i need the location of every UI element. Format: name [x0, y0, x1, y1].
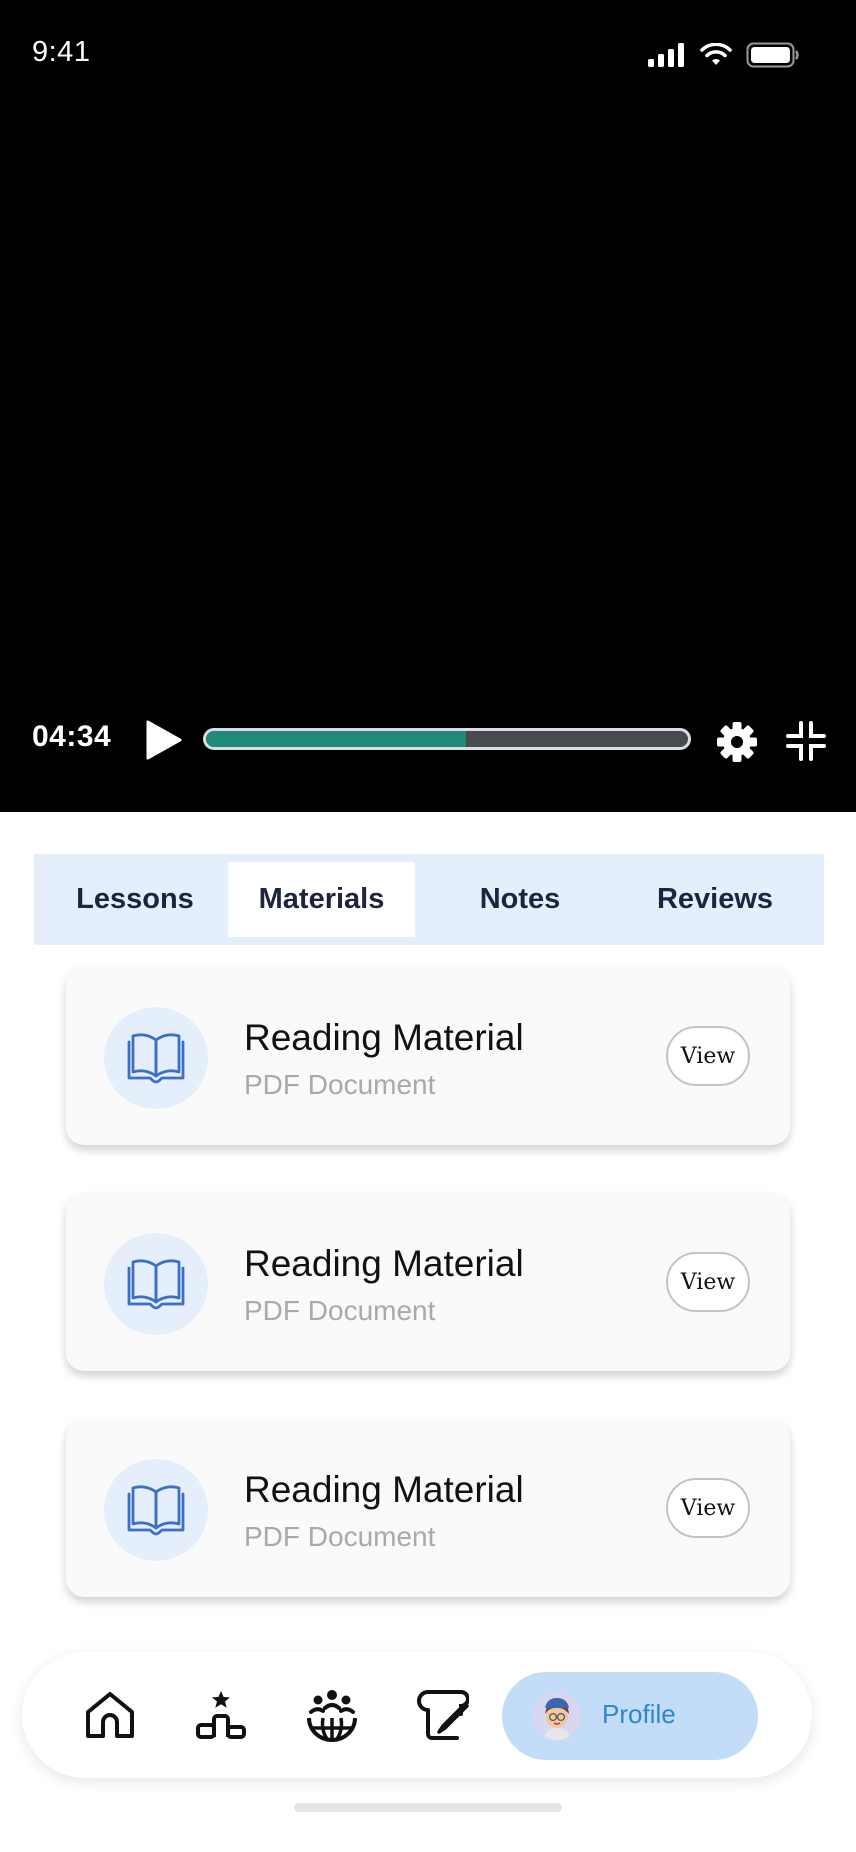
current-time: 04:34	[32, 720, 112, 753]
book-icon	[127, 1485, 185, 1536]
settings-button[interactable]	[716, 721, 758, 763]
wifi-icon	[700, 43, 732, 65]
material-card: Reading Material PDF Document View	[66, 1419, 790, 1597]
tab-reviews[interactable]: Reviews	[625, 862, 805, 937]
status-icons	[648, 40, 800, 70]
view-button[interactable]: View	[666, 1252, 750, 1312]
nav-profile[interactable]: Profile	[502, 1672, 758, 1760]
gear-icon	[717, 722, 757, 762]
signal-icon	[648, 43, 684, 67]
progress-bar[interactable]	[203, 728, 691, 750]
home-icon	[86, 1692, 134, 1738]
video-player[interactable]	[0, 0, 856, 812]
material-card: Reading Material PDF Document View	[66, 1193, 790, 1371]
material-type: PDF Document	[244, 1295, 436, 1326]
book-icon	[127, 1033, 185, 1084]
leaderboard-icon	[196, 1691, 246, 1739]
tab-lessons[interactable]: Lessons	[42, 862, 228, 937]
nav-leaderboard[interactable]	[193, 1686, 249, 1744]
avatar-icon	[533, 1692, 581, 1740]
nav-community[interactable]	[304, 1686, 360, 1744]
book-icon-container	[104, 1007, 208, 1109]
status-time: 9:41	[32, 36, 91, 68]
play-button[interactable]	[144, 718, 184, 762]
book-icon-container	[104, 1459, 208, 1561]
exit-fullscreen-button[interactable]	[785, 720, 827, 762]
tab-notes[interactable]: Notes	[415, 862, 625, 937]
profile-label: Profile	[602, 1699, 676, 1729]
play-icon	[146, 720, 182, 760]
tab-materials[interactable]: Materials	[228, 862, 415, 937]
material-title: Reading Material	[244, 1017, 524, 1058]
home-indicator	[294, 1803, 562, 1812]
view-button[interactable]: View	[666, 1026, 750, 1086]
collapse-icon	[786, 721, 826, 761]
nav-write[interactable]	[414, 1686, 470, 1744]
progress-fill	[206, 731, 467, 747]
material-title: Reading Material	[244, 1469, 524, 1510]
material-card: Reading Material PDF Document View	[66, 967, 790, 1145]
write-icon	[417, 1690, 469, 1740]
avatar	[533, 1692, 581, 1740]
tab-bar: Lessons Materials Notes Reviews	[34, 854, 824, 945]
material-type: PDF Document	[244, 1521, 436, 1552]
material-title: Reading Material	[244, 1243, 524, 1284]
book-icon-container	[104, 1233, 208, 1335]
community-icon	[307, 1690, 357, 1742]
nav-home[interactable]	[82, 1686, 138, 1744]
view-button[interactable]: View	[666, 1478, 750, 1538]
material-type: PDF Document	[244, 1069, 436, 1100]
bottom-nav: Profile	[22, 1652, 812, 1778]
battery-icon	[746, 42, 799, 68]
book-icon	[127, 1259, 185, 1310]
